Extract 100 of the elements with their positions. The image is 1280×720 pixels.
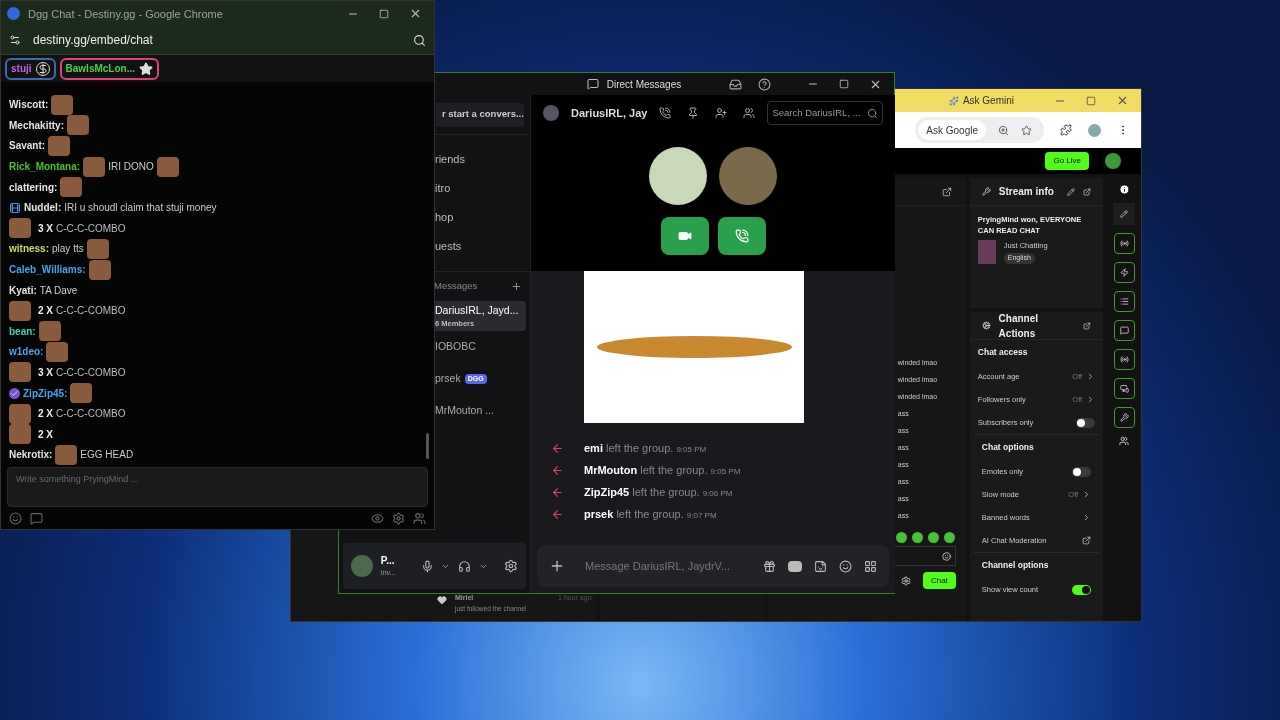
connections-icon[interactable]: [1119, 436, 1130, 446]
add-friend-icon[interactable]: [715, 107, 728, 119]
chat-message-text: IRI u shoudl claim that stuji money: [64, 201, 217, 216]
edit-icon[interactable]: [1113, 203, 1136, 225]
chat-username[interactable]: Nuddel:: [24, 200, 62, 216]
combo-count: 2 X: [38, 427, 53, 442]
site-settings-icon[interactable]: [9, 34, 21, 47]
chat-username[interactable]: ZipZip45:: [23, 385, 68, 401]
avatar-placeholder[interactable]: [351, 555, 373, 577]
section-title: Chat access: [977, 346, 1029, 360]
chat-username[interactable]: Wiscott:: [9, 97, 49, 113]
whisper-icon[interactable]: [30, 511, 43, 525]
left-arrow-icon: [551, 463, 564, 477]
maximize-icon[interactable]: [379, 8, 389, 19]
chat-input-field[interactable]: Write something PryingMind ...: [7, 467, 428, 508]
eye-icon[interactable]: [371, 511, 384, 525]
go-live-button[interactable]: Go Live: [1045, 152, 1089, 170]
nav-item[interactable]: riends: [435, 145, 530, 174]
panel-toggle-icon[interactable]: [1113, 291, 1135, 312]
panel-toggle-icon[interactable]: [1113, 349, 1135, 370]
popout-icon[interactable]: [941, 186, 952, 197]
channel-search-field[interactable]: Search DariusIRL, ...: [767, 101, 884, 125]
chat-username[interactable]: witness:: [9, 241, 49, 257]
search-icon[interactable]: [867, 107, 879, 119]
sticker-icon[interactable]: [814, 559, 828, 573]
panel-toggle-icon[interactable]: [1113, 407, 1135, 428]
emote-placeholder: [9, 362, 31, 383]
avatar-placeholder[interactable]: [1105, 153, 1121, 169]
chat-username[interactable]: Nekrotix:: [9, 447, 53, 463]
phone-icon: [734, 229, 749, 243]
toggle-switch[interactable]: [1072, 466, 1092, 477]
add-icon[interactable]: [549, 558, 565, 574]
gift-icon[interactable]: [763, 559, 777, 573]
headphones-icon[interactable]: [458, 559, 472, 573]
pinned-user-tab[interactable]: BawlsMcLon...: [59, 57, 159, 80]
emote-placeholder: [9, 218, 31, 239]
url-text[interactable]: destiny.gg/embed/chat: [33, 31, 153, 50]
chat-username[interactable]: Caleb_Williams:: [9, 262, 86, 277]
chat-username[interactable]: Kyati:: [9, 282, 37, 298]
video-call-button[interactable]: [660, 217, 709, 255]
toggle-switch[interactable]: [1072, 584, 1092, 595]
edit-icon[interactable]: [1067, 187, 1076, 196]
dm-item[interactable]: IOBOBC: [435, 331, 526, 363]
conversation-search-field[interactable]: r start a convers...: [436, 102, 524, 127]
voice-call-button[interactable]: [717, 217, 766, 255]
chat-username[interactable]: clattering:: [9, 179, 58, 195]
dm-item[interactable]: MrMouton ...: [435, 395, 526, 427]
emote-placeholder: [83, 156, 106, 177]
maximize-icon[interactable]: [1086, 95, 1096, 106]
left-arrow-icon: [551, 507, 564, 521]
members-icon[interactable]: [743, 107, 756, 119]
emote-icon[interactable]: [927, 532, 939, 543]
browser-tab[interactable]: Ask Gemini: [962, 93, 1014, 108]
chat-send-button[interactable]: Chat: [922, 572, 956, 589]
chat-username[interactable]: bean:: [9, 323, 36, 339]
section-title: Channel options: [981, 559, 1050, 573]
nav-item[interactable]: hop: [435, 203, 530, 232]
nav-item[interactable]: uests: [435, 232, 530, 261]
user-name: P...: [380, 554, 396, 569]
chat-message-text: TA Dave: [39, 283, 78, 298]
chat-username[interactable]: Savant:: [9, 138, 46, 154]
settings-icon[interactable]: [504, 559, 518, 573]
emote-icon[interactable]: [943, 532, 955, 543]
zoom-icon[interactable]: [998, 124, 1009, 136]
panel-toggle-icon[interactable]: [1113, 262, 1135, 283]
extensions-icon[interactable]: [1060, 124, 1072, 136]
users-icon[interactable]: [413, 511, 426, 525]
emoji-icon[interactable]: [9, 511, 22, 525]
popout-icon[interactable]: [1083, 187, 1092, 196]
external-link-icon[interactable]: [1082, 536, 1092, 545]
toggle-switch[interactable]: [1076, 417, 1096, 428]
apps-icon[interactable]: [864, 559, 878, 573]
add-icon[interactable]: [511, 281, 522, 292]
panel-toggle-icon[interactable]: [1113, 378, 1135, 399]
popout-icon[interactable]: [1083, 321, 1092, 330]
emote-icon[interactable]: [911, 532, 923, 543]
chat-input-field[interactable]: [893, 546, 956, 566]
message-input[interactable]: Message DariusIRL, JaydrV...: [585, 557, 735, 575]
microphone-icon[interactable]: [420, 559, 434, 573]
help-icon[interactable]: [758, 77, 771, 91]
scrollbar-thumb[interactable]: [426, 433, 429, 460]
emoji-icon[interactable]: [839, 559, 853, 573]
category-thumbnail-placeholder: [977, 240, 996, 264]
chat-username[interactable]: Mechakitty:: [9, 117, 64, 133]
chat-username[interactable]: Rick_Montana:: [9, 159, 81, 175]
close-icon[interactable]: [1116, 94, 1129, 107]
voice-call-icon[interactable]: [659, 107, 672, 119]
panel-toggle-icon[interactable]: [1113, 233, 1135, 254]
bookmark-star-icon[interactable]: [1021, 124, 1032, 136]
info-icon[interactable]: [1118, 184, 1130, 195]
pin-icon[interactable]: [687, 107, 700, 119]
search-icon[interactable]: [413, 33, 426, 47]
chat-username[interactable]: w1deo:: [9, 344, 44, 360]
nav-item[interactable]: itro: [435, 174, 530, 203]
pinned-user-tab[interactable]: stuji: [5, 57, 56, 80]
omnibox-chip[interactable]: Ask Google: [918, 120, 986, 140]
emote-icon[interactable]: [895, 532, 907, 543]
maximize-icon[interactable]: [839, 79, 849, 89]
inbox-icon[interactable]: [729, 77, 742, 91]
panel-toggle-icon[interactable]: [1113, 320, 1135, 341]
